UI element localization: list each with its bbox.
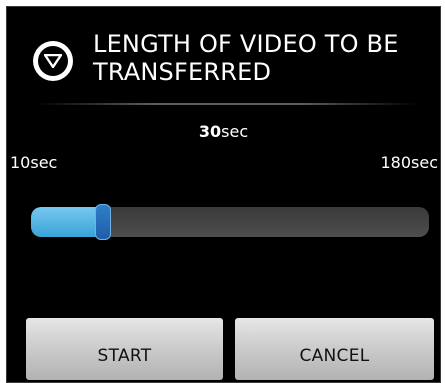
dialog-title: LENGTH OF VIDEO TO BE TRANSFERRED [93, 30, 433, 86]
max-value-label: 180sec [380, 153, 438, 172]
video-length-dialog: LENGTH OF VIDEO TO BE TRANSFERRED 30sec … [6, 6, 441, 383]
length-slider-fill [31, 207, 103, 237]
min-value-label: 10sec [10, 153, 58, 172]
header-divider [37, 103, 417, 105]
current-value-label: 30sec [7, 122, 440, 141]
start-button[interactable]: START [26, 318, 223, 380]
cancel-button[interactable]: CANCEL [235, 318, 434, 380]
chevron-down-icon [44, 54, 62, 68]
length-slider-thumb[interactable] [95, 204, 111, 240]
current-value-number: 30 [198, 122, 222, 141]
dialog-title-line-1: LENGTH OF VIDEO TO BE [93, 30, 399, 58]
chevron-down-circle-icon [33, 41, 73, 81]
current-value-unit: sec [221, 122, 249, 141]
length-slider-track[interactable] [31, 207, 429, 237]
dialog-header: LENGTH OF VIDEO TO BE TRANSFERRED [7, 7, 440, 107]
dialog-title-line-2: TRANSFERRED [93, 58, 272, 86]
